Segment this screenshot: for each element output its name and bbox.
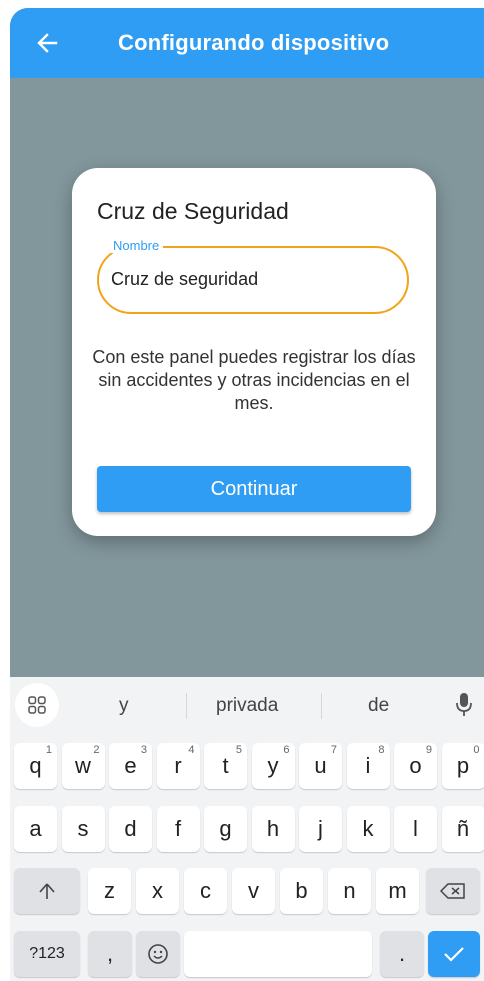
key-label: o [409,753,422,778]
key-label: r [174,753,182,778]
soft-keyboard: y privada de q1w2e3r4t5y6u7i8o9p0 asdfgh… [10,677,484,981]
key-number-hint: 6 [283,744,290,756]
key-n[interactable]: n [328,868,371,914]
key-t[interactable]: t5 [204,743,247,789]
key-label: u [314,753,327,778]
shift-arrow-icon [39,883,55,899]
key-a[interactable]: a [14,806,57,852]
key-label: y [267,753,279,778]
voice-input-button[interactable] [454,691,474,719]
key-number-hint: 3 [140,744,147,756]
setup-dialog: Cruz de Seguridad Nombre Con este panel … [72,168,436,536]
key-label: q [29,753,42,778]
backspace-key[interactable] [426,868,480,914]
key-number-hint: 5 [235,744,242,756]
app-bar: Configurando dispositivo [10,8,484,78]
symbols-key[interactable]: ?123 [14,931,80,977]
key-number-hint: 8 [378,744,385,756]
key-c[interactable]: c [184,868,227,914]
page-title: Configurando dispositivo [118,30,390,55]
comma-key[interactable]: , [88,931,132,977]
back-button[interactable] [32,28,62,58]
suggestion-1[interactable]: y [119,695,129,717]
key-number-hint: 9 [425,744,432,756]
period-key[interactable]: . [380,931,424,977]
key-label: p [456,753,470,778]
name-field[interactable]: Nombre [97,238,409,316]
key-y[interactable]: y6 [251,743,295,789]
suggestion-divider [321,693,322,719]
key-e[interactable]: e3 [109,743,152,789]
shift-key[interactable] [14,868,80,914]
key-number-hint: 0 [473,744,480,756]
key-l[interactable]: l [394,806,437,852]
suggestion-2[interactable]: privada [216,695,278,717]
key-label: t [222,753,229,778]
key-k[interactable]: k [346,806,390,852]
microphone-icon [456,693,472,716]
key-label: w [75,753,91,778]
key-q[interactable]: q1 [14,743,57,789]
key-h[interactable]: h [251,806,295,852]
smiley-icon [148,944,168,964]
arrow-left-icon [37,33,58,53]
suggestion-divider [186,693,187,719]
key-x[interactable]: x [136,868,179,914]
key-g[interactable]: g [204,806,247,852]
key-o[interactable]: o9 [394,743,437,789]
name-input[interactable] [111,264,391,294]
space-key[interactable] [184,931,372,977]
key-number-hint: 4 [188,744,195,756]
suggestion-3[interactable]: de [368,695,389,717]
key-w[interactable]: w2 [61,743,105,789]
key-label: i [365,753,371,778]
key-ñ[interactable]: ñ [441,806,484,852]
key-number-hint: 2 [93,744,100,756]
emoji-key[interactable] [136,931,180,977]
key-p[interactable]: p0 [441,743,484,789]
dialog-title: Cruz de Seguridad [97,198,289,224]
enter-key[interactable] [428,931,480,977]
key-v[interactable]: v [232,868,275,914]
key-j[interactable]: j [299,806,342,852]
backspace-icon [440,883,465,899]
dialog-description: Con este panel puedes registrar los días… [92,347,416,413]
key-label: e [124,753,137,778]
keyboard-menu-button[interactable] [15,683,59,727]
suggestion-bar: y privada de [10,677,484,733]
key-u[interactable]: u7 [299,743,342,789]
key-number-hint: 7 [330,744,337,756]
app-screen: Configurando dispositivo Cruz de Segurid… [10,8,484,981]
key-i[interactable]: i8 [346,743,390,789]
key-d[interactable]: d [109,806,152,852]
key-m[interactable]: m [376,868,419,914]
key-r[interactable]: r4 [156,743,200,789]
checkmark-icon [444,947,464,962]
name-field-label: Nombre [109,238,164,253]
key-s[interactable]: s [61,806,105,852]
key-f[interactable]: f [156,806,200,852]
key-b[interactable]: b [280,868,323,914]
continue-button[interactable]: Continuar [97,466,411,512]
key-number-hint: 1 [45,744,52,756]
grid-icon [28,696,46,714]
key-z[interactable]: z [88,868,131,914]
